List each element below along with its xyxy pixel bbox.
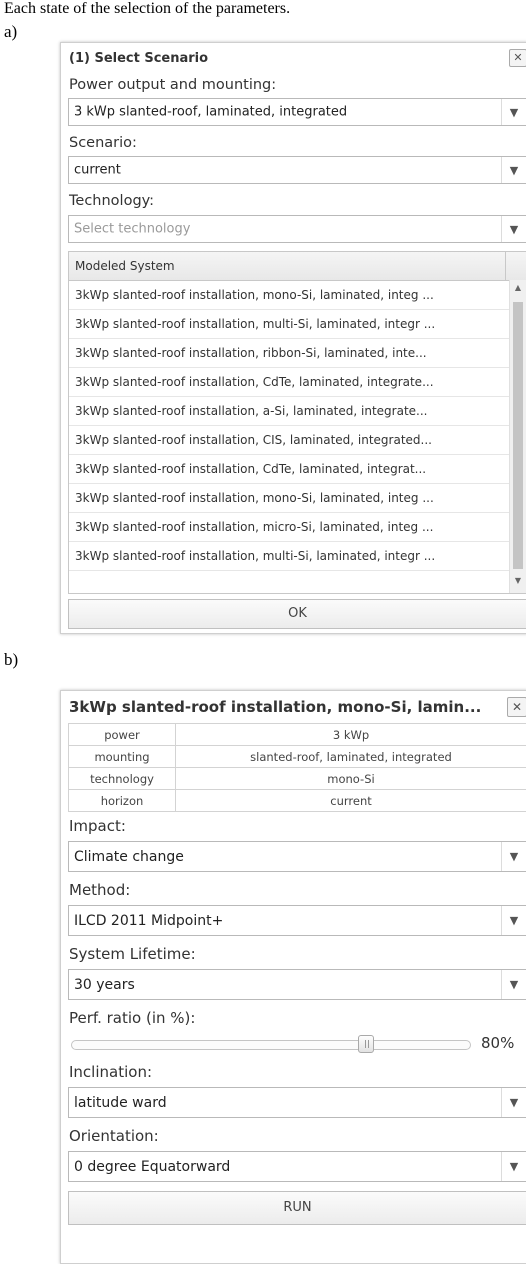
technology-label: Technology: — [69, 193, 154, 209]
scroll-up-arrow-icon[interactable]: ▲ — [510, 283, 526, 297]
list-item[interactable]: 3kWp slanted-roof installation, multi-Si… — [69, 310, 509, 339]
system-details-dialog: 3kWp slanted-roof installation, mono-Si,… — [60, 690, 526, 1264]
chevron-down-icon[interactable]: ▼ — [501, 99, 526, 125]
info-value: slanted-roof, laminated, integrated — [176, 746, 526, 768]
list-item-label: 3kWp slanted-roof installation, multi-Si… — [75, 317, 435, 331]
chevron-down-icon[interactable]: ▼ — [501, 906, 526, 935]
list-item-label: 3kWp slanted-roof installation, mono-Si,… — [75, 491, 434, 505]
perf-ratio-slider-handle[interactable] — [358, 1035, 374, 1053]
chevron-down-icon[interactable]: ▼ — [501, 1152, 526, 1181]
list-item-label: 3kWp slanted-roof installation, multi-Si… — [75, 549, 435, 563]
info-key: technology — [69, 768, 176, 790]
method-label: Method: — [69, 881, 130, 899]
inclination-label: Inclination: — [69, 1063, 152, 1081]
perf-ratio-label: Perf. ratio (in %): — [69, 1009, 195, 1027]
list-item[interactable]: 3kWp slanted-roof installation, micro-Si… — [69, 513, 509, 542]
list-item[interactable]: 3kWp slanted-roof installation, multi-Si… — [69, 542, 509, 571]
chevron-down-icon[interactable]: ▼ — [501, 842, 526, 871]
ok-button[interactable]: OK — [68, 599, 526, 629]
info-value: 3 kWp — [176, 724, 526, 746]
select-scenario-dialog: (1) Select Scenario ✕ Power output and m… — [60, 42, 526, 634]
list-item-label: 3kWp slanted-roof installation, mono-Si,… — [75, 288, 434, 302]
list-item-label: 3kWp slanted-roof installation, CdTe, la… — [75, 375, 434, 389]
info-key: horizon — [69, 790, 176, 812]
table-row: technology mono-Si — [69, 768, 526, 790]
dialog-title: (1) Select Scenario — [69, 51, 526, 66]
figure-caption: Each state of the selection of the param… — [4, 0, 519, 18]
power-output-value: 3 kWp slanted-roof, laminated, integrate… — [74, 105, 347, 120]
scenario-value: current — [74, 163, 121, 178]
system-lifetime-select[interactable]: 30 years ▼ — [68, 969, 526, 1000]
modeled-system-grid: Modeled System 3kWp slanted-roof install… — [68, 251, 526, 594]
list-item[interactable]: 3kWp slanted-roof installation, mono-Si,… — [69, 484, 509, 513]
list-item[interactable]: 3kWp slanted-roof installation, CdTe, la… — [69, 455, 509, 484]
list-item[interactable]: 3kWp slanted-roof installation, CdTe, la… — [69, 368, 509, 397]
technology-placeholder: Select technology — [74, 222, 190, 237]
list-item-label: 3kWp slanted-roof installation, ribbon-S… — [75, 346, 427, 360]
impact-value: Climate change — [74, 849, 184, 865]
figure-label-b: b) — [4, 650, 18, 670]
info-value: current — [176, 790, 526, 812]
chevron-down-icon[interactable]: ▼ — [501, 970, 526, 999]
info-key: mounting — [69, 746, 176, 768]
power-output-label: Power output and mounting: — [69, 77, 276, 93]
figure-label-a: a) — [4, 22, 17, 42]
close-icon[interactable]: ✕ — [509, 49, 526, 67]
scenario-label: Scenario: — [69, 135, 137, 151]
inclination-value: latitude ward — [74, 1095, 167, 1111]
scenario-select[interactable]: current ▼ — [68, 156, 526, 184]
orientation-value: 0 degree Equatorward — [74, 1159, 230, 1175]
info-key: power — [69, 724, 176, 746]
list-item-label: 3kWp slanted-roof installation, a-Si, la… — [75, 404, 427, 418]
list-item-label: 3kWp slanted-roof installation, micro-Si… — [75, 520, 433, 534]
orientation-label: Orientation: — [69, 1127, 159, 1145]
technology-select[interactable]: Select technology ▼ — [68, 215, 526, 243]
scroll-thumb[interactable] — [513, 302, 523, 569]
list-item[interactable]: 3kWp slanted-roof installation, ribbon-S… — [69, 339, 509, 368]
dialog-title: 3kWp slanted-roof installation, mono-Si,… — [69, 698, 503, 716]
chevron-down-icon[interactable]: ▼ — [501, 1088, 526, 1117]
table-row: power 3 kWp — [69, 724, 526, 746]
system-lifetime-value: 30 years — [74, 977, 135, 993]
system-lifetime-label: System Lifetime: — [69, 945, 196, 963]
list-item-label: 3kWp slanted-roof installation, CIS, lam… — [75, 433, 432, 447]
grid-scrollbar[interactable]: ▲ ▼ — [509, 280, 526, 593]
scroll-down-arrow-icon[interactable]: ▼ — [510, 576, 526, 590]
inclination-select[interactable]: latitude ward ▼ — [68, 1087, 526, 1118]
chevron-down-icon[interactable]: ▼ — [501, 157, 526, 183]
impact-select[interactable]: Climate change ▼ — [68, 841, 526, 872]
info-value: mono-Si — [176, 768, 526, 790]
run-button[interactable]: RUN — [68, 1191, 526, 1225]
grid-header: Modeled System — [69, 252, 526, 281]
table-row: horizon current — [69, 790, 526, 812]
close-icon[interactable]: ✕ — [507, 697, 526, 717]
grid-header-modeled-system[interactable]: Modeled System — [75, 259, 175, 273]
method-select[interactable]: ILCD 2011 Midpoint+ ▼ — [68, 905, 526, 936]
impact-label: Impact: — [69, 817, 126, 835]
system-info-table: power 3 kWp mounting slanted-roof, lamin… — [68, 723, 526, 812]
chevron-down-icon[interactable]: ▼ — [501, 216, 526, 242]
perf-ratio-value: 80% — [481, 1034, 514, 1052]
list-item-label: 3kWp slanted-roof installation, CdTe, la… — [75, 462, 426, 476]
list-item[interactable]: 3kWp slanted-roof installation, CIS, lam… — [69, 426, 509, 455]
list-item[interactable]: 3kWp slanted-roof installation, a-Si, la… — [69, 397, 509, 426]
method-value: ILCD 2011 Midpoint+ — [74, 913, 223, 929]
orientation-select[interactable]: 0 degree Equatorward ▼ — [68, 1151, 526, 1182]
power-output-select[interactable]: 3 kWp slanted-roof, laminated, integrate… — [68, 98, 526, 126]
table-row: mounting slanted-roof, laminated, integr… — [69, 746, 526, 768]
perf-ratio-slider[interactable] — [71, 1040, 471, 1050]
list-item[interactable]: 3kWp slanted-roof installation, mono-Si,… — [69, 281, 509, 310]
